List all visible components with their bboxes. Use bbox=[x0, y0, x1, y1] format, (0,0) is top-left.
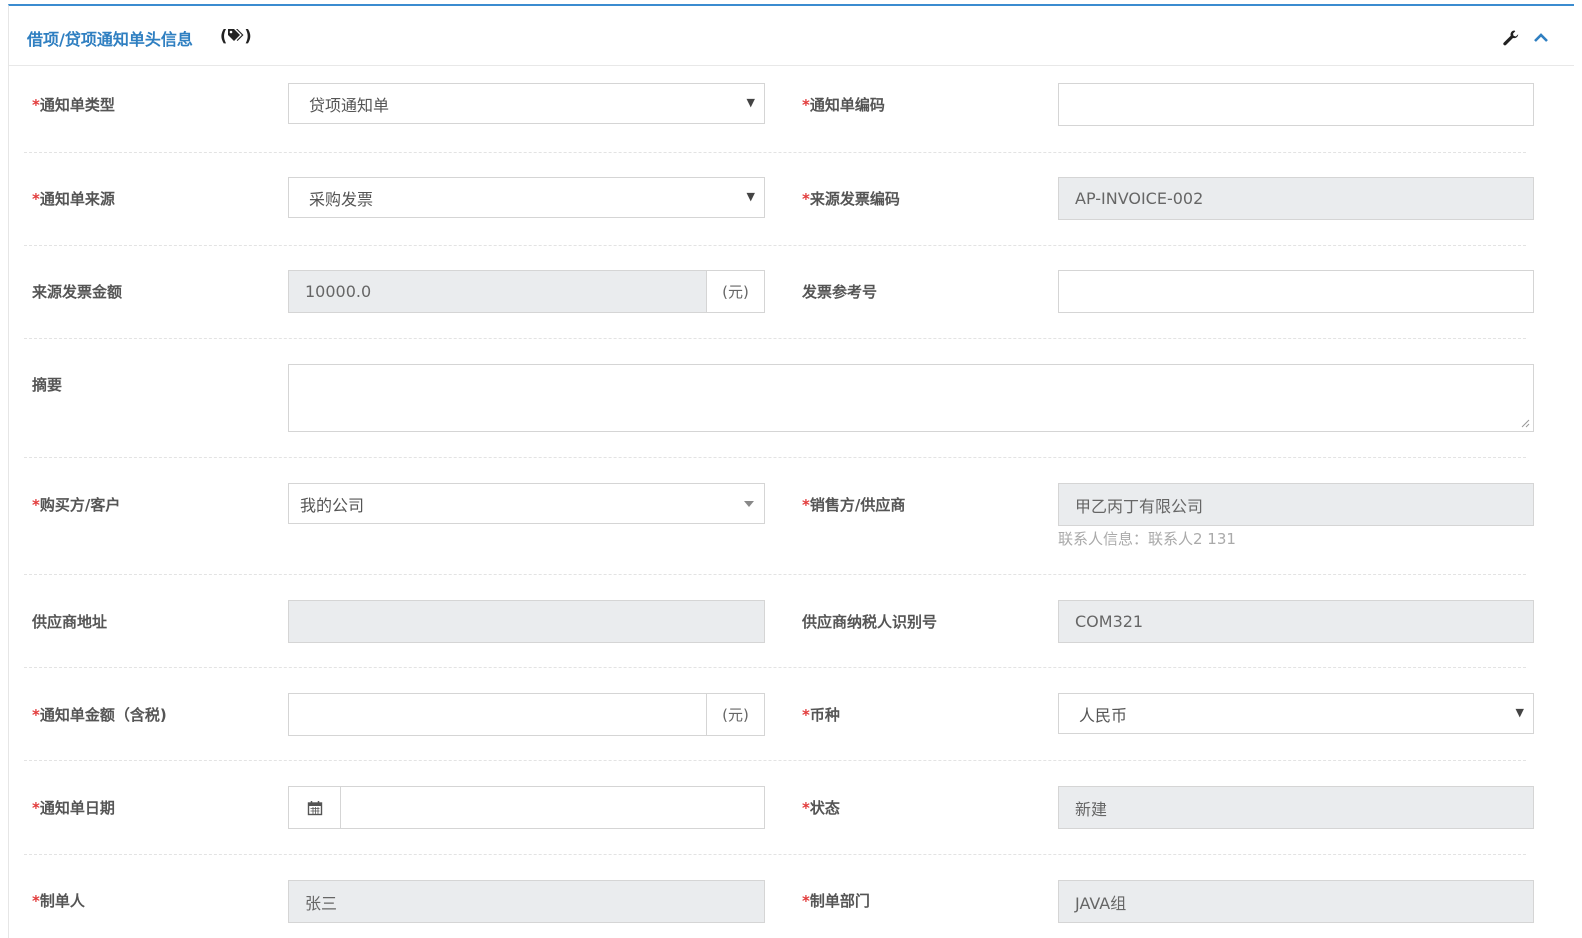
buyer-select[interactable]: 我的公司 bbox=[288, 483, 765, 524]
notice-code-input[interactable] bbox=[1058, 83, 1534, 126]
seller-label: *销售方/供应商 bbox=[802, 496, 906, 514]
row-divider bbox=[24, 760, 1526, 761]
source-invoice-code-field: AP-INVOICE-002 bbox=[1058, 177, 1534, 220]
wrench-icon[interactable] bbox=[1502, 29, 1520, 47]
notice-date-label: *通知单日期 bbox=[32, 799, 115, 817]
supplier-address-label: 供应商地址 bbox=[32, 613, 108, 631]
source-invoice-amount-label: 来源发票金额 bbox=[32, 283, 123, 301]
currency-unit-addon: (元) bbox=[706, 693, 765, 736]
panel-tools bbox=[1502, 26, 1550, 50]
supplier-address-field bbox=[288, 600, 765, 643]
summary-label: 摘要 bbox=[32, 376, 63, 394]
currency-unit-addon: (元) bbox=[706, 270, 765, 313]
notice-source-select[interactable]: 采购发票 ▼ bbox=[288, 177, 765, 218]
row-divider bbox=[24, 574, 1526, 575]
notice-source-value: 采购发票 bbox=[309, 189, 374, 209]
resize-grip-icon[interactable] bbox=[1520, 418, 1530, 428]
calendar-icon bbox=[307, 800, 322, 815]
chevron-down-icon: ▼ bbox=[1515, 706, 1524, 719]
buyer-label: *购买方/客户 bbox=[32, 496, 121, 514]
currency-label: *币种 bbox=[802, 706, 840, 724]
date-picker-button[interactable] bbox=[288, 786, 341, 829]
chevron-down-icon bbox=[744, 501, 754, 507]
source-invoice-code-label: *来源发票编码 bbox=[802, 190, 900, 208]
row-divider bbox=[24, 667, 1526, 668]
panel-title: 借项/贷项通知单头信息 bbox=[27, 30, 193, 49]
notice-amount-label: *通知单金额（含税) bbox=[32, 706, 167, 724]
supplier-tax-id-field: COM321 bbox=[1058, 600, 1534, 643]
source-invoice-amount-field: 10000.0 bbox=[288, 270, 707, 313]
notice-date-input[interactable] bbox=[340, 786, 765, 829]
row-divider bbox=[24, 457, 1526, 458]
tags-icon bbox=[228, 29, 244, 41]
seller-field: 甲乙丙丁有限公司 bbox=[1058, 483, 1534, 526]
invoice-ref-label: 发票参考号 bbox=[802, 283, 878, 301]
currency-select[interactable]: 人民币 ▼ bbox=[1058, 693, 1534, 734]
tag-paren-close: ) bbox=[244, 26, 252, 45]
status-field: 新建 bbox=[1058, 786, 1534, 829]
notice-source-label: *通知单来源 bbox=[32, 190, 115, 208]
notice-type-label: *通知单类型 bbox=[32, 96, 115, 114]
creator-dept-label: *制单部门 bbox=[802, 892, 870, 910]
notice-type-select[interactable]: 贷项通知单 ▼ bbox=[288, 83, 765, 124]
tag-paren-open: ( bbox=[220, 26, 228, 45]
buyer-value: 我的公司 bbox=[300, 495, 365, 515]
chevron-down-icon: ▼ bbox=[746, 190, 755, 203]
notice-amount-input[interactable] bbox=[288, 693, 707, 736]
chevron-down-icon: ▼ bbox=[746, 96, 755, 109]
creator-field: 张三 bbox=[288, 880, 765, 923]
invoice-ref-input[interactable] bbox=[1058, 270, 1534, 313]
summary-textarea[interactable] bbox=[288, 364, 1534, 432]
creator-label: *制单人 bbox=[32, 892, 85, 910]
notice-code-label: *通知单编码 bbox=[802, 96, 885, 114]
currency-value: 人民币 bbox=[1079, 705, 1128, 725]
supplier-tax-id-label: 供应商纳税人识别号 bbox=[802, 613, 938, 631]
row-divider bbox=[24, 245, 1526, 246]
seller-contact-hint: 联系人信息：联系人2 131 bbox=[1058, 530, 1236, 548]
chevron-up-icon[interactable] bbox=[1532, 29, 1550, 47]
row-divider bbox=[24, 854, 1526, 855]
panel-tag: () bbox=[220, 26, 252, 45]
row-divider bbox=[24, 338, 1526, 339]
creator-dept-field: JAVA组 bbox=[1058, 880, 1534, 923]
row-divider bbox=[24, 152, 1526, 153]
status-label: *状态 bbox=[802, 799, 840, 817]
notice-type-value: 贷项通知单 bbox=[309, 95, 390, 115]
panel-header: 借项/贷项通知单头信息 () bbox=[9, 6, 1574, 66]
